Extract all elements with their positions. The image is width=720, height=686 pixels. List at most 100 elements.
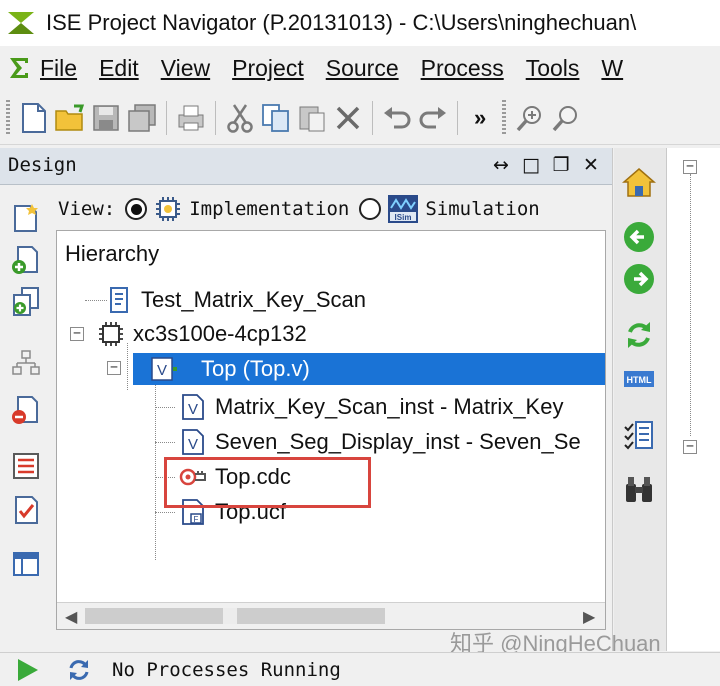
tree-expander[interactable]: − — [683, 160, 697, 174]
svg-text:V: V — [188, 401, 198, 418]
verilog-module-icon: V — [151, 357, 177, 381]
panel-move-icon[interactable]: ↔ — [488, 152, 514, 178]
menu-source[interactable]: Source — [326, 55, 399, 82]
menu-file[interactable]: File — [40, 55, 77, 82]
open-button[interactable] — [52, 98, 88, 138]
html-report-icon[interactable]: HTML — [622, 362, 656, 396]
tree-item-top-module[interactable]: V Top (Top.v) — [133, 353, 605, 385]
simulation-label[interactable]: Simulation — [425, 198, 539, 220]
cut-icon — [227, 104, 253, 133]
refresh-icon[interactable] — [622, 318, 656, 352]
svg-text:ISim: ISim — [395, 213, 412, 222]
tree-item-device[interactable]: xc3s100e-4cp132 — [97, 318, 307, 350]
save-icon — [93, 105, 119, 131]
scroll-left-icon[interactable]: ◀ — [65, 607, 77, 627]
svg-text:F: F — [194, 515, 199, 524]
redo-icon — [419, 107, 446, 129]
tree-horizontal-scrollbar[interactable]: ◀ ▶ — [57, 602, 605, 629]
tree-connector — [155, 442, 175, 443]
scroll-thumb-grip — [223, 608, 237, 624]
module-view-icon[interactable] — [10, 450, 42, 482]
undo-button[interactable] — [379, 98, 415, 138]
panel-close-icon[interactable]: ✕ — [578, 152, 604, 178]
tree-connector — [85, 300, 107, 301]
paste-button[interactable] — [294, 98, 330, 138]
new-source-icon[interactable] — [10, 202, 42, 234]
print-button[interactable] — [173, 98, 209, 138]
new-file-icon — [22, 103, 46, 133]
tree-connector — [155, 512, 175, 513]
panel-layout-icon[interactable] — [10, 548, 42, 580]
implementation-label[interactable]: Implementation — [189, 198, 349, 220]
hierarchy-grid-icon[interactable] — [10, 348, 42, 380]
tree-item-matrix-key-scan[interactable]: V Matrix_Key_Scan_inst - Matrix_Key — [179, 391, 563, 423]
redo-button[interactable] — [415, 98, 451, 138]
save-all-button[interactable] — [124, 98, 160, 138]
delete-button[interactable] — [330, 98, 366, 138]
menu-bar: File Edit View Project Source Process To… — [0, 46, 720, 90]
menu-edit[interactable]: Edit — [99, 55, 139, 82]
menu-process[interactable]: Process — [421, 55, 504, 82]
tree-item-seven-seg[interactable]: V Seven_Seg_Display_inst - Seven_Se — [179, 426, 581, 458]
menu-tools[interactable]: Tools — [526, 55, 580, 82]
menu-window[interactable]: W — [601, 55, 623, 82]
tree-connector — [155, 383, 156, 560]
zoom-in-button[interactable] — [512, 98, 548, 138]
hierarchy-tree: Hierarchy Test_Matrix_Key_Scan − xc3s100… — [56, 230, 606, 630]
title-bar: ISE Project Navigator (P.20131013) - C:\… — [0, 0, 720, 46]
add-copy-source-icon[interactable] — [10, 286, 42, 318]
annotation-highlight-box — [164, 457, 371, 508]
tree-expander[interactable]: − — [107, 361, 121, 375]
tree-item-label: xc3s100e-4cp132 — [133, 321, 307, 346]
new-file-button[interactable] — [16, 98, 52, 138]
summary-list-icon[interactable] — [622, 418, 656, 452]
cut-button[interactable] — [222, 98, 258, 138]
open-folder-icon — [55, 104, 85, 131]
home-icon[interactable] — [622, 166, 656, 200]
toolbar-overflow-button[interactable]: » — [474, 105, 486, 131]
tree-item-label: Test_Matrix_Key_Scan — [141, 287, 366, 312]
checklist-icon[interactable] — [10, 494, 42, 526]
design-panel-title: Design — [8, 154, 77, 176]
tree-connector — [690, 174, 691, 436]
verilog-file-icon: V — [182, 394, 204, 420]
hierarchy-heading: Hierarchy — [65, 241, 160, 266]
binoculars-icon[interactable] — [622, 472, 656, 506]
remove-source-icon[interactable] — [10, 394, 42, 426]
panel-restore-icon[interactable]: ❐ — [548, 152, 574, 178]
zoom-out-icon — [552, 106, 578, 132]
back-arrow-icon[interactable] — [622, 220, 656, 254]
tree-expander[interactable]: − — [683, 440, 697, 454]
status-message: No Processes Running — [112, 659, 341, 681]
scroll-right-icon[interactable]: ▶ — [583, 607, 595, 627]
status-bar: No Processes Running — [0, 652, 720, 686]
paste-icon — [299, 106, 325, 132]
menu-project[interactable]: Project — [232, 55, 304, 82]
save-button[interactable] — [88, 98, 124, 138]
print-icon — [178, 105, 204, 131]
copy-button[interactable] — [258, 98, 294, 138]
delete-icon — [336, 106, 360, 130]
view-label: View: — [58, 198, 116, 220]
toolbar-separator — [372, 101, 373, 135]
toolbar-grip[interactable] — [502, 100, 507, 136]
svg-text:V: V — [188, 436, 198, 453]
run-process-icon[interactable] — [14, 657, 40, 683]
forward-arrow-icon[interactable] — [622, 262, 656, 296]
svg-text:HTML: HTML — [627, 375, 652, 385]
panel-maximize-icon[interactable]: □ — [518, 152, 544, 178]
design-left-toolbar — [0, 188, 52, 648]
tree-expander[interactable]: − — [70, 327, 84, 341]
implementation-icon — [156, 197, 181, 221]
zoom-out-button[interactable] — [548, 98, 584, 138]
menu-view[interactable]: View — [161, 55, 210, 82]
simulation-radio[interactable] — [359, 198, 382, 220]
tree-item-project[interactable]: Test_Matrix_Key_Scan — [105, 284, 366, 316]
chip-icon — [99, 322, 123, 346]
add-source-icon[interactable] — [10, 244, 42, 276]
process-refresh-icon[interactable] — [66, 657, 92, 683]
toolbar-grip[interactable] — [6, 100, 10, 136]
right-side-toolbar: HTML — [614, 148, 667, 651]
project-icon — [110, 287, 128, 313]
implementation-radio[interactable] — [125, 198, 148, 220]
